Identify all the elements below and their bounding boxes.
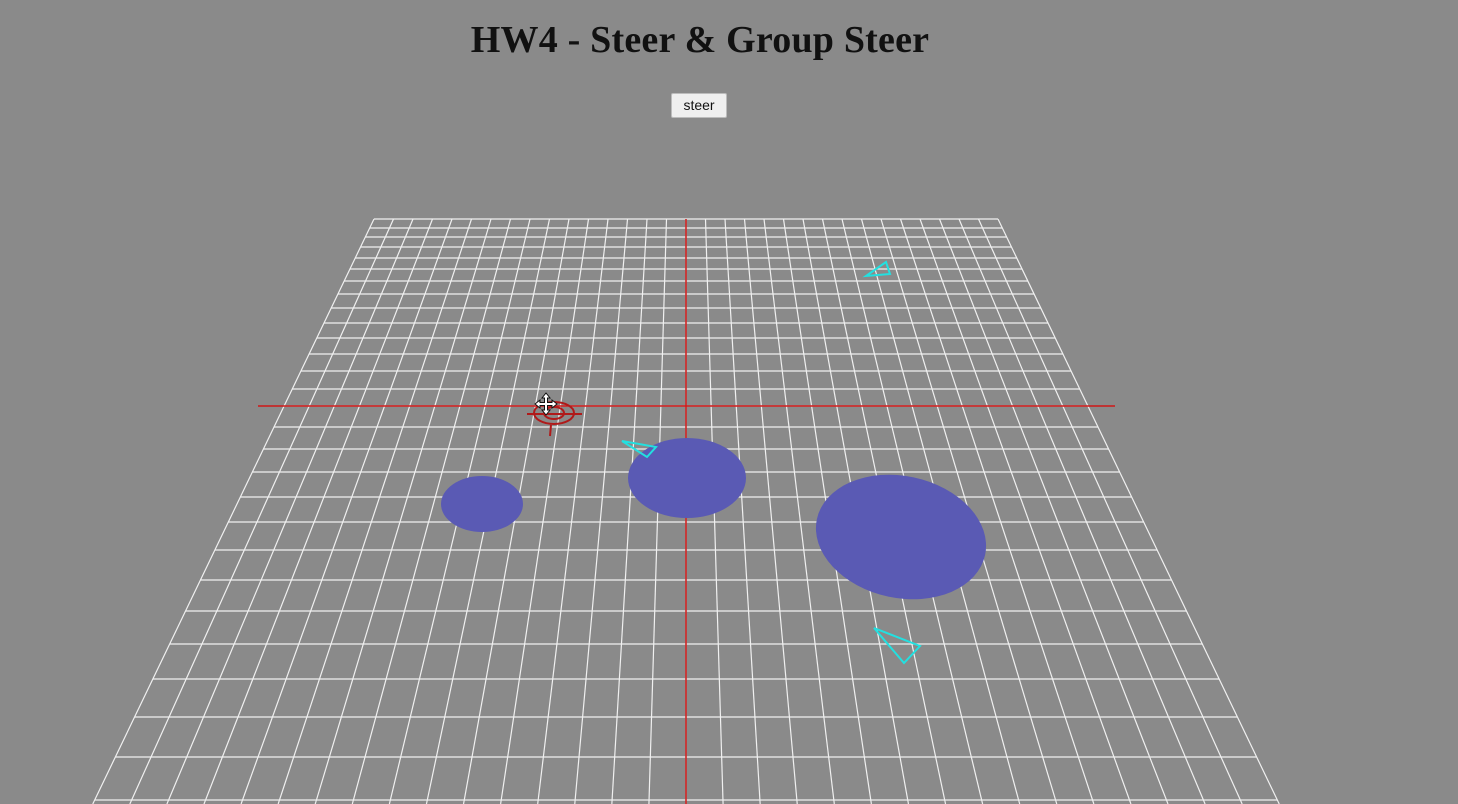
- grid-line: [743, 218, 798, 804]
- grid-line: [537, 218, 609, 804]
- grid-line: [240, 218, 453, 804]
- grid-line: [574, 218, 629, 804]
- grid-line: [938, 218, 1169, 804]
- grid-line: [129, 218, 395, 804]
- grid-line: [997, 218, 1280, 804]
- obstacle-large: [815, 474, 987, 600]
- obstacle-small: [441, 476, 523, 532]
- grid-line: [724, 218, 761, 804]
- move-cursor-icon: [534, 392, 558, 416]
- agent-triangle: [873, 627, 922, 665]
- grid-line: [92, 218, 375, 804]
- grid-line: [611, 218, 648, 804]
- grid-line: [277, 218, 473, 804]
- grid-line: [203, 218, 434, 804]
- scene-canvas[interactable]: [0, 0, 1458, 804]
- obstacle-medium: [628, 438, 746, 518]
- grid-line: [977, 218, 1243, 804]
